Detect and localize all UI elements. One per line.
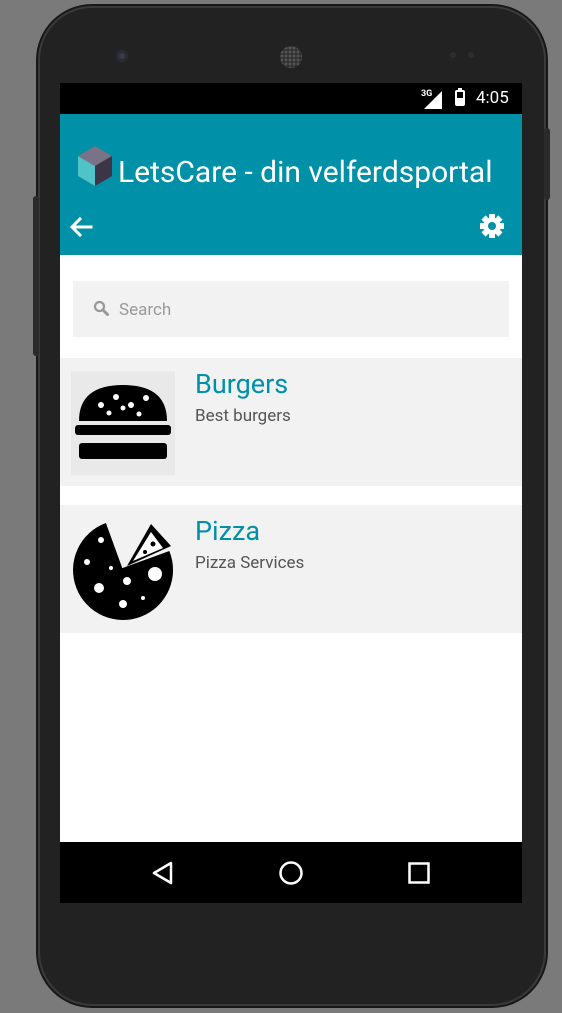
light-sensor (468, 52, 474, 58)
power-button (544, 128, 550, 200)
earpiece-speaker (280, 46, 302, 68)
arrow-back-icon[interactable] (66, 212, 96, 242)
screen: 3G 4:05 LetsCare - din velferdsportal Se… (60, 83, 522, 903)
item-title: Burgers (195, 368, 289, 400)
nav-home-icon[interactable] (273, 855, 309, 891)
signal-icon (424, 91, 442, 109)
app-logo-icon (78, 146, 112, 186)
app-bar: LetsCare - din velferdsportal (60, 114, 522, 255)
nav-back-icon[interactable] (145, 855, 181, 891)
search-bar[interactable] (73, 281, 509, 339)
item-subtitle: Pizza Services (195, 553, 305, 573)
status-bar: 3G 4:05 (60, 83, 522, 114)
item-subtitle: Best burgers (195, 406, 291, 426)
search-input[interactable] (117, 281, 501, 339)
navigation-bar (60, 842, 522, 903)
app-title: LetsCare - din velferdsportal (118, 155, 493, 190)
list-item-burgers[interactable]: Burgers Best burgers (60, 358, 522, 486)
burger-icon (71, 371, 175, 475)
list-item-pizza[interactable]: Pizza Pizza Services (60, 505, 522, 633)
nav-recents-icon[interactable] (401, 855, 437, 891)
battery-icon (455, 88, 465, 106)
proximity-sensor (450, 52, 456, 58)
gear-icon[interactable] (478, 212, 506, 240)
front-camera (116, 50, 128, 62)
volume-button (33, 196, 39, 356)
item-title: Pizza (195, 515, 261, 547)
pizza-icon (73, 523, 173, 620)
search-icon (93, 300, 109, 316)
status-time: 4:05 (476, 88, 509, 108)
